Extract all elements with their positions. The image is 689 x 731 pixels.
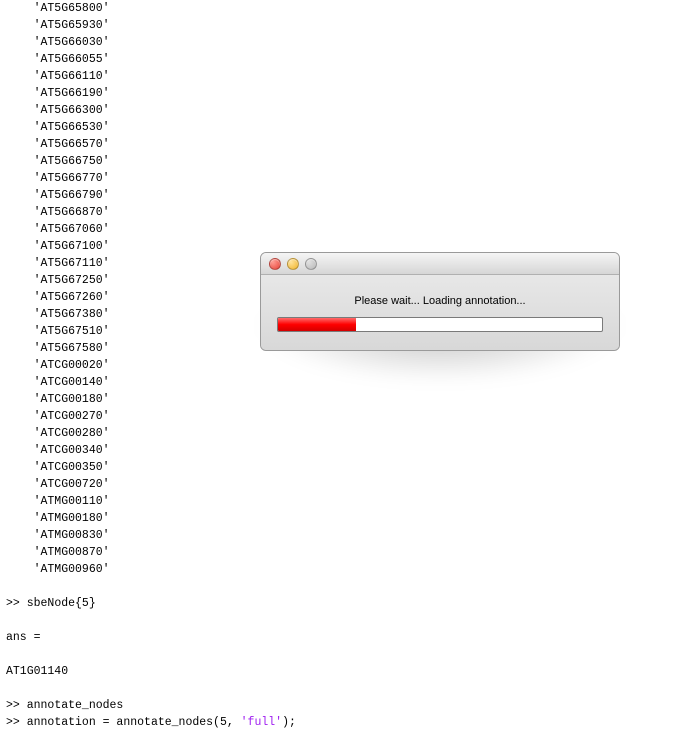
progress-dialog: Please wait... Loading annotation... bbox=[260, 252, 620, 351]
ans-value: AT1G01140 bbox=[6, 665, 68, 678]
close-icon[interactable] bbox=[269, 258, 281, 270]
progress-bar bbox=[277, 317, 603, 332]
progress-bar-fill bbox=[278, 318, 356, 331]
minimize-icon[interactable] bbox=[287, 258, 299, 270]
zoom-icon bbox=[305, 258, 317, 270]
prompt-line-2: >> annotate_nodes bbox=[6, 699, 123, 712]
prompt-line-1: >> sbeNode{5} bbox=[6, 597, 96, 610]
dialog-titlebar[interactable] bbox=[261, 253, 619, 275]
dialog-message: Please wait... Loading annotation... bbox=[277, 295, 603, 307]
prompt-line-3: >> annotation = annotate_nodes(5, 'full'… bbox=[6, 716, 296, 729]
ans-label: ans = bbox=[6, 631, 41, 644]
